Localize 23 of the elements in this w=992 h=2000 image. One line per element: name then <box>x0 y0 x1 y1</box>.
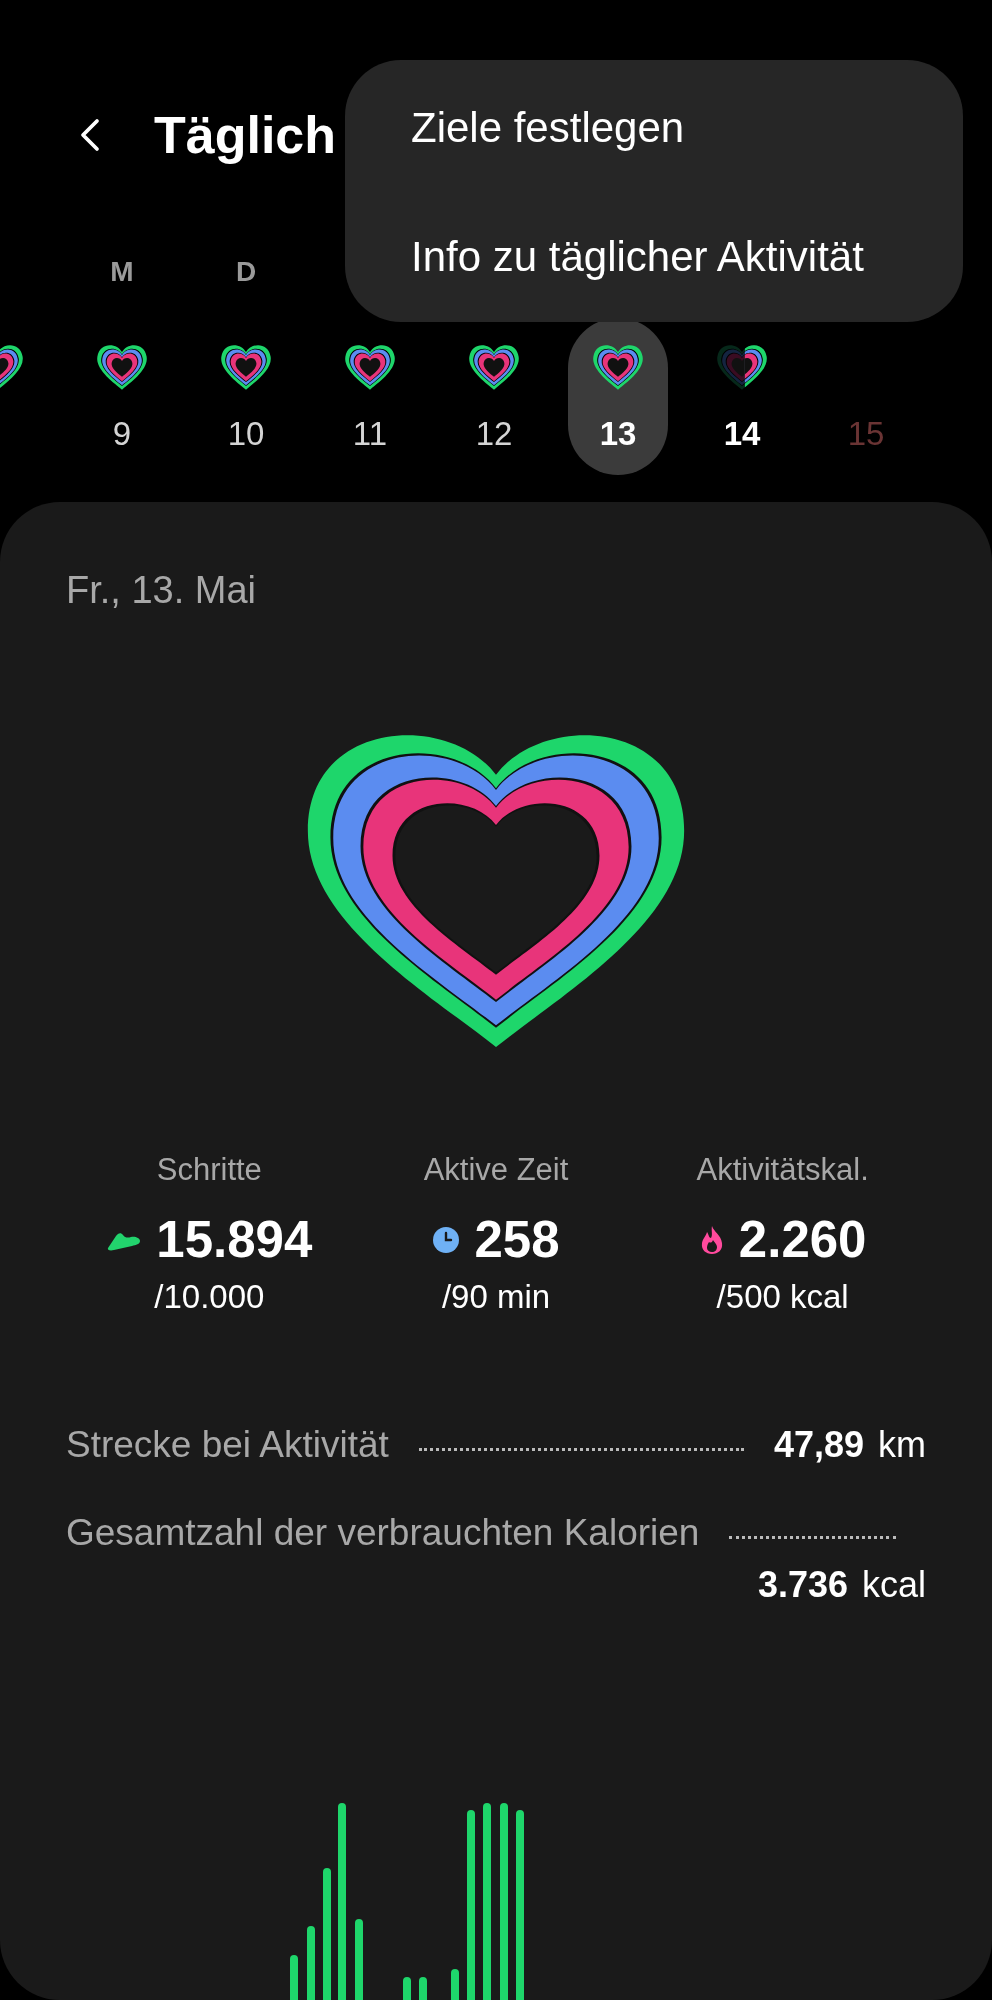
page-title: Täglich <box>154 105 337 166</box>
stat-goal: /90 min <box>441 1277 551 1317</box>
menu-item[interactable]: Ziele festlegen <box>345 60 963 191</box>
metric-value: 47,89 <box>773 1425 864 1465</box>
metric-value: 3.736 <box>757 1565 848 1605</box>
day-button[interactable]: 10 <box>196 318 296 475</box>
date-label: Fr., 13. Mai <box>66 568 258 612</box>
stat-value: 15.894 <box>156 1212 313 1268</box>
stat-goal: /500 kcal <box>716 1277 849 1317</box>
metric-unit: km <box>878 1425 926 1465</box>
metric-unit: kcal <box>861 1565 926 1605</box>
metric-label: Gesamtzahl der verbrauchten Kalorien <box>66 1513 700 1553</box>
weekday-label: M <box>110 255 134 289</box>
stat-label: Schritte <box>156 1152 262 1188</box>
stat-value: 2.260 <box>738 1212 867 1268</box>
stat-goal: /10.000 <box>154 1277 265 1317</box>
metric-label: Strecke bei Aktivität <box>66 1425 389 1465</box>
weekday-label: D <box>235 255 257 289</box>
day-button[interactable]: 9 <box>72 318 172 475</box>
stat-label: Aktivitätskal. <box>696 1152 869 1188</box>
clock-icon <box>432 1226 461 1254</box>
stat-label: Aktive Zeit <box>423 1152 569 1188</box>
stat-value: 258 <box>474 1212 560 1268</box>
